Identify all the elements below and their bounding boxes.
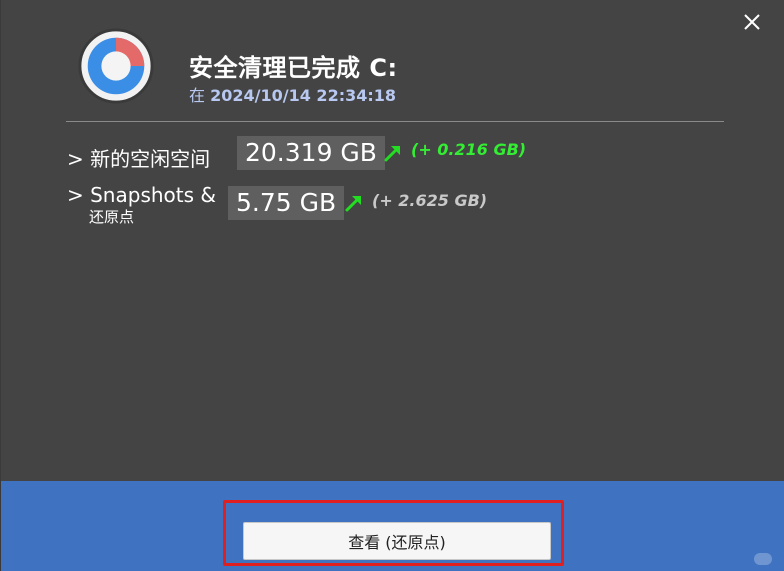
close-icon bbox=[744, 14, 760, 30]
view-restore-points-button[interactable]: 查看 (还原点) bbox=[243, 522, 551, 560]
close-button[interactable] bbox=[740, 10, 764, 34]
time-prefix: 在 bbox=[189, 86, 206, 105]
snapshots-value: 5.75 GB bbox=[228, 186, 345, 220]
timestamp: 2024/10/14 22:34:18 bbox=[210, 86, 397, 105]
completion-time: 在 2024/10/14 22:34:18 bbox=[189, 82, 396, 106]
up-right-arrow-icon bbox=[384, 146, 400, 162]
snapshots-delta: (+ 2.625 GB) bbox=[372, 191, 488, 210]
up-right-arrow-icon bbox=[345, 196, 361, 212]
snapshots-label: > Snapshots & bbox=[67, 183, 216, 207]
snapshots-sublabel: 还原点 bbox=[89, 208, 135, 226]
free-space-label: > 新的空闲空间 bbox=[67, 147, 211, 171]
dialog-title: 安全清理已完成 C: bbox=[189, 54, 398, 82]
cleanup-complete-dialog: 安全清理已完成 C: 在 2024/10/14 22:34:18 > 新的空闲空… bbox=[0, 0, 784, 571]
watermark bbox=[754, 553, 772, 565]
free-space-delta: (+ 0.216 GB) bbox=[411, 140, 527, 159]
app-logo-icon bbox=[78, 28, 154, 104]
free-space-value: 20.319 GB bbox=[237, 136, 385, 170]
divider bbox=[66, 121, 724, 122]
